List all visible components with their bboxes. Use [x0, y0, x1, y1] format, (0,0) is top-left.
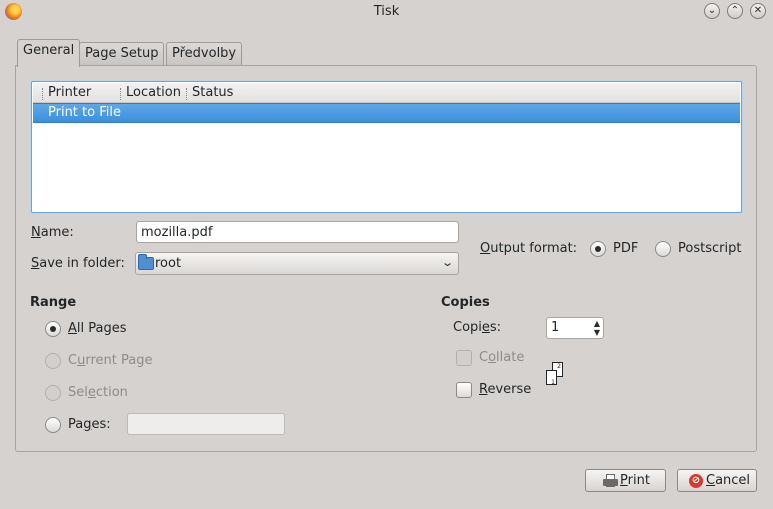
copies-value: 1: [551, 320, 560, 335]
current-page-label[interactable]: Current Page: [68, 353, 152, 368]
pdf-label[interactable]: PDF: [613, 241, 638, 256]
postscript-label[interactable]: Postscript: [678, 241, 741, 256]
selection-radio[interactable]: [45, 385, 61, 401]
maximize-button[interactable]: ⌃: [727, 3, 743, 19]
maximize-icon: ⌃: [730, 5, 740, 16]
collate-pages-icon: 2 1: [546, 362, 568, 388]
column-header-location[interactable]: Location: [119, 85, 181, 100]
name-label: Name:: [31, 225, 74, 240]
save-in-folder-combo[interactable]: root ⌄: [135, 252, 459, 275]
cancel-button-label: Cancel: [706, 473, 751, 488]
tab-general[interactable]: General: [17, 39, 81, 67]
range-title: Range: [30, 295, 77, 310]
current-page-radio[interactable]: [45, 353, 61, 369]
title-bar: Tisk ⌄ ⌃ ✕: [0, 0, 773, 24]
copies-spinbox[interactable]: 1 ▲ ▼: [546, 317, 604, 339]
reverse-label[interactable]: Reverse: [479, 382, 531, 397]
pages-radio[interactable]: [45, 417, 61, 433]
printer-row-print-to-file[interactable]: Print to File: [33, 103, 740, 123]
copies-title: Copies: [441, 295, 490, 310]
collate-checkbox[interactable]: [456, 350, 472, 366]
close-button[interactable]: ✕: [750, 3, 766, 19]
tab-predvolby[interactable]: Předvolby: [166, 42, 243, 66]
cancel-button[interactable]: ⊘ Cancel: [677, 469, 757, 492]
column-header-status[interactable]: Status: [185, 85, 233, 100]
printer-icon: [603, 474, 618, 488]
folder-icon: [138, 254, 154, 270]
all-pages-label[interactable]: All Pages: [68, 321, 127, 336]
chevron-down-icon: ⌄: [440, 256, 454, 269]
print-button-label: Print: [620, 473, 650, 488]
copies-label: Copies:: [453, 320, 502, 335]
all-pages-radio[interactable]: [45, 321, 61, 337]
window-title: Tisk: [373, 4, 400, 19]
minimize-button[interactable]: ⌄: [704, 3, 720, 19]
minimize-icon: ⌄: [707, 5, 717, 16]
selection-label[interactable]: Selection: [68, 385, 128, 400]
output-format-label: Output format:: [480, 241, 578, 256]
printer-name: Print to File: [48, 105, 121, 120]
folder-value: root: [155, 256, 182, 271]
printer-list[interactable]: Printer Location Status Print to File: [31, 81, 742, 213]
file-name-input[interactable]: [136, 221, 459, 243]
print-button[interactable]: Print: [585, 469, 666, 492]
pages-input[interactable]: [127, 413, 285, 435]
postscript-radio[interactable]: [655, 241, 671, 257]
tab-page-setup[interactable]: Page Setup: [79, 42, 165, 66]
page-one: 1: [546, 370, 557, 386]
collate-label[interactable]: Collate: [479, 350, 524, 365]
close-icon: ✕: [753, 5, 763, 16]
printer-list-header: Printer Location Status: [33, 83, 740, 103]
save-in-folder-label: Save in folder:: [31, 256, 125, 271]
column-header-printer[interactable]: Printer: [41, 85, 91, 100]
spin-arrows-icon[interactable]: ▲ ▼: [594, 319, 600, 337]
pages-label[interactable]: Pages:: [68, 417, 111, 432]
cancel-icon: ⊘: [689, 474, 703, 488]
pdf-radio[interactable]: [590, 241, 606, 257]
reverse-checkbox[interactable]: [456, 382, 472, 398]
